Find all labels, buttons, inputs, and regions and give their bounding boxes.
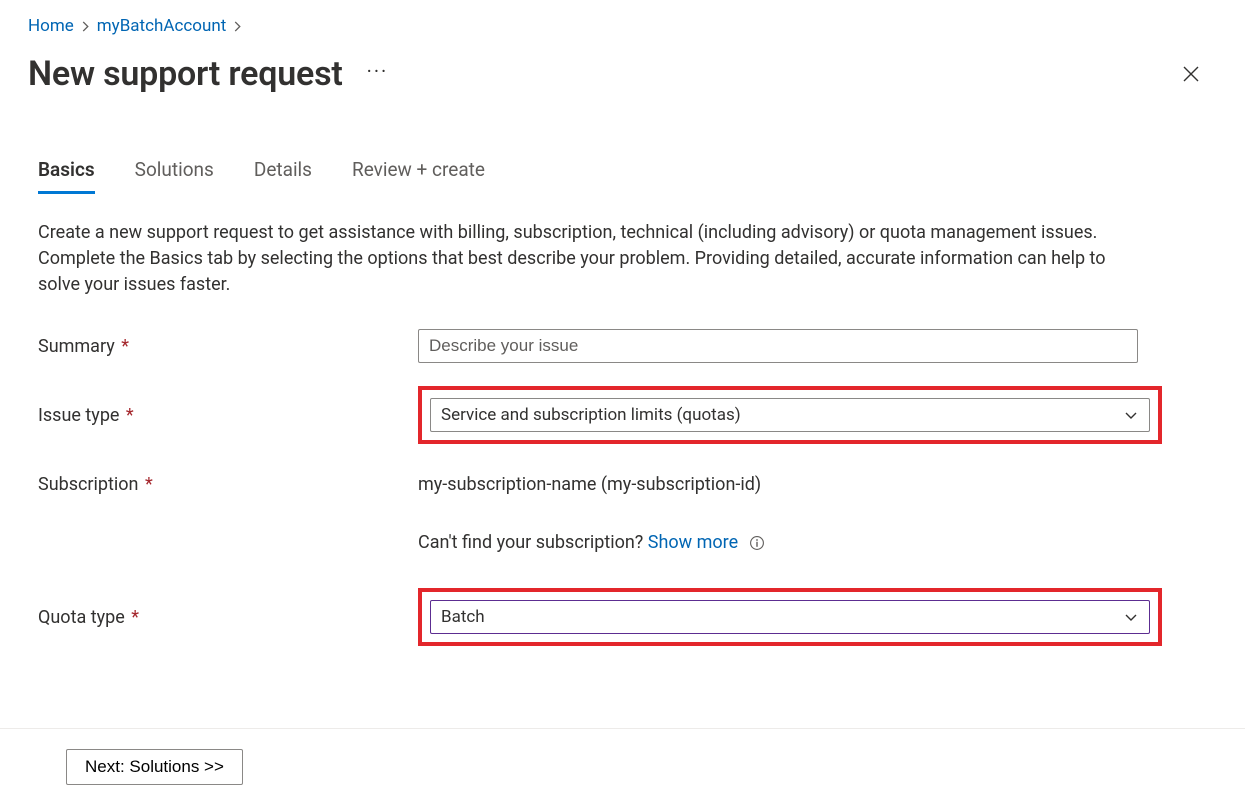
summary-label: Summary * xyxy=(38,336,418,357)
description-line1: Create a new support request to get assi… xyxy=(38,222,1097,243)
more-actions-button[interactable]: ··· xyxy=(367,59,389,89)
issue-type-value: Service and subscription limits (quotas) xyxy=(441,405,741,425)
description-line2: Complete the Basics tab by selecting the… xyxy=(38,248,1106,295)
required-indicator: * xyxy=(117,336,129,357)
summary-input[interactable] xyxy=(418,329,1138,363)
tab-bar: Basics Solutions Details Review + create xyxy=(38,154,1217,194)
subscription-label: Subscription * xyxy=(38,474,418,495)
breadcrumb-account-link[interactable]: myBatchAccount xyxy=(97,16,227,36)
info-icon[interactable] xyxy=(749,535,765,551)
subscription-hint: Can't find your subscription? Show more xyxy=(418,532,1138,553)
quota-type-value: Batch xyxy=(441,607,485,627)
breadcrumb-home-link[interactable]: Home xyxy=(28,16,74,36)
tab-basics[interactable]: Basics xyxy=(38,154,95,194)
chevron-right-icon xyxy=(80,21,91,32)
breadcrumb: Home myBatchAccount xyxy=(28,16,1217,36)
tab-review-create[interactable]: Review + create xyxy=(352,154,485,194)
quota-type-select[interactable]: Batch xyxy=(430,600,1150,634)
page-header: New support request ··· xyxy=(28,54,1217,94)
issue-type-select[interactable]: Service and subscription limits (quotas) xyxy=(430,398,1150,432)
required-indicator: * xyxy=(141,474,153,495)
subscription-value: my-subscription-name (my-subscription-id… xyxy=(418,474,1138,495)
basics-description: Create a new support request to get assi… xyxy=(38,220,1148,298)
subscription-hint-prefix: Can't find your subscription? xyxy=(418,532,648,553)
quota-type-label: Quota type * xyxy=(38,607,418,628)
page-title: New support request xyxy=(28,54,343,94)
tab-details[interactable]: Details xyxy=(254,154,312,194)
footer-bar: Next: Solutions >> xyxy=(0,728,1245,805)
close-button[interactable] xyxy=(1177,60,1205,88)
chevron-right-icon xyxy=(232,21,243,32)
chevron-down-icon xyxy=(1123,609,1139,625)
tab-solutions[interactable]: Solutions xyxy=(135,154,214,194)
next-solutions-button[interactable]: Next: Solutions >> xyxy=(66,749,243,785)
issue-type-highlight: Service and subscription limits (quotas) xyxy=(418,386,1162,444)
chevron-down-icon xyxy=(1123,407,1139,423)
issue-type-label: Issue type * xyxy=(38,405,418,426)
required-indicator: * xyxy=(127,607,139,628)
quota-type-highlight: Batch xyxy=(418,588,1162,646)
show-more-link[interactable]: Show more xyxy=(648,532,738,553)
required-indicator: * xyxy=(121,405,133,426)
